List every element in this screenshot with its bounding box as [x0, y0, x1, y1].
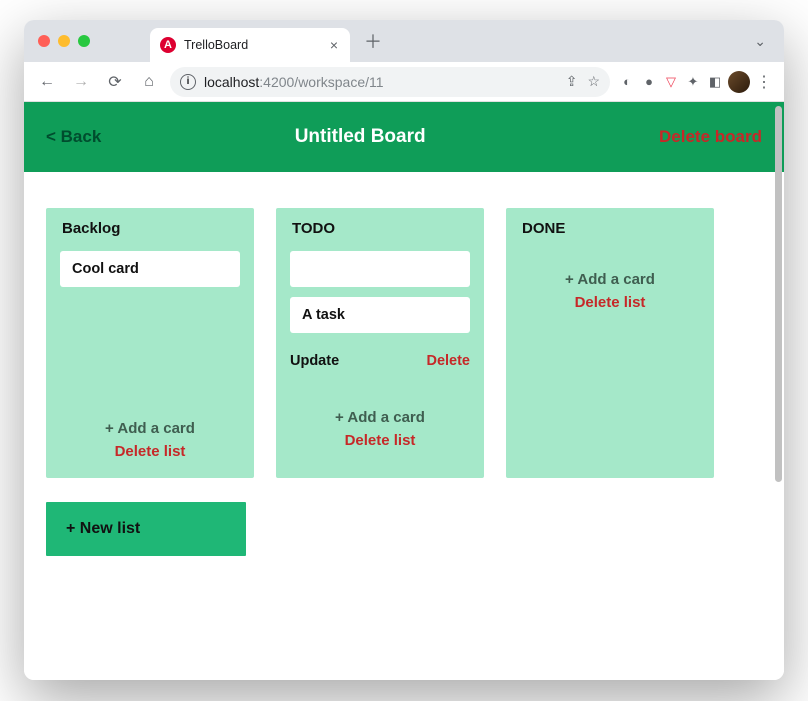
- list-title[interactable]: DONE: [520, 220, 700, 237]
- delete-list-button[interactable]: Delete list: [520, 294, 700, 311]
- minimize-window-icon[interactable]: [58, 35, 70, 47]
- vertical-scrollbar[interactable]: [775, 106, 782, 482]
- list-footer: + Add a card Delete list: [60, 420, 240, 460]
- list-todo: TODO A task Update Delete + Add a card D…: [276, 208, 484, 478]
- angular-favicon-icon: A: [160, 37, 176, 53]
- list-title[interactable]: Backlog: [60, 220, 240, 237]
- add-card-button[interactable]: + Add a card: [290, 409, 470, 426]
- update-card-button[interactable]: Update: [290, 353, 339, 369]
- board-body: Backlog Cool card + Add a card Delete li…: [24, 172, 784, 578]
- list-footer: + Add a card Delete list: [520, 271, 700, 311]
- url-host: localhost: [204, 74, 259, 90]
- tab-title: TrelloBoard: [184, 38, 320, 52]
- card-blank[interactable]: [290, 251, 470, 287]
- back-button[interactable]: ←: [34, 69, 60, 95]
- extension-icons: ◐ ● ▽ ✦ ◧ ⋮: [618, 71, 774, 93]
- pocket-icon[interactable]: ▽: [662, 74, 680, 90]
- list-done: DONE + Add a card Delete list: [506, 208, 714, 478]
- tab-overflow-icon[interactable]: ⌄: [746, 27, 774, 56]
- list-title[interactable]: TODO: [290, 220, 470, 237]
- extensions-icon[interactable]: ✦: [684, 74, 702, 90]
- maximize-window-icon[interactable]: [78, 35, 90, 47]
- new-list-button[interactable]: + New list: [46, 502, 246, 556]
- card-edit-actions: Update Delete: [290, 351, 470, 369]
- card-edit-input[interactable]: A task: [290, 297, 470, 333]
- close-tab-icon[interactable]: ×: [328, 37, 340, 53]
- extension-icon-2[interactable]: ●: [640, 74, 658, 89]
- browser-window: A TrelloBoard × ＋ ⌄ ← → ⟳ ⌂ i localhost:…: [24, 20, 784, 680]
- profile-avatar[interactable]: [728, 71, 750, 93]
- share-icon[interactable]: ⇪: [566, 73, 578, 90]
- browser-toolbar: ← → ⟳ ⌂ i localhost:4200/workspace/11 ⇪ …: [24, 62, 784, 102]
- list-backlog: Backlog Cool card + Add a card Delete li…: [46, 208, 254, 478]
- delete-list-button[interactable]: Delete list: [60, 443, 240, 460]
- side-panel-icon[interactable]: ◧: [706, 74, 724, 90]
- page-content: < Back Untitled Board Delete board Backl…: [24, 102, 784, 680]
- add-card-button[interactable]: + Add a card: [60, 420, 240, 437]
- bookmark-icon[interactable]: ☆: [587, 73, 600, 90]
- window-controls: [38, 35, 90, 47]
- browser-tab[interactable]: A TrelloBoard ×: [150, 28, 350, 62]
- forward-button: →: [68, 69, 94, 95]
- delete-card-button[interactable]: Delete: [426, 353, 470, 369]
- address-bar[interactable]: i localhost:4200/workspace/11 ⇪ ☆: [170, 67, 610, 97]
- delete-list-button[interactable]: Delete list: [290, 432, 470, 449]
- site-info-icon[interactable]: i: [180, 74, 196, 90]
- new-tab-button[interactable]: ＋: [360, 28, 386, 54]
- board-title: Untitled Board: [61, 126, 659, 148]
- close-window-icon[interactable]: [38, 35, 50, 47]
- add-card-button[interactable]: + Add a card: [520, 271, 700, 288]
- extension-icon-1[interactable]: ◐: [618, 74, 636, 89]
- reload-button[interactable]: ⟳: [102, 69, 128, 95]
- home-button[interactable]: ⌂: [136, 69, 162, 95]
- list-footer: + Add a card Delete list: [290, 409, 470, 449]
- card-editing: A task Update Delete: [290, 297, 470, 369]
- url-path: :4200/workspace/11: [259, 74, 383, 90]
- lists-row: Backlog Cool card + Add a card Delete li…: [46, 208, 762, 478]
- url-text: localhost:4200/workspace/11: [204, 74, 384, 90]
- card[interactable]: Cool card: [60, 251, 240, 287]
- board-header: < Back Untitled Board Delete board: [24, 102, 784, 172]
- tab-bar: A TrelloBoard × ＋ ⌄: [24, 20, 784, 62]
- browser-menu-icon[interactable]: ⋮: [754, 72, 774, 92]
- delete-board-button[interactable]: Delete board: [659, 127, 762, 147]
